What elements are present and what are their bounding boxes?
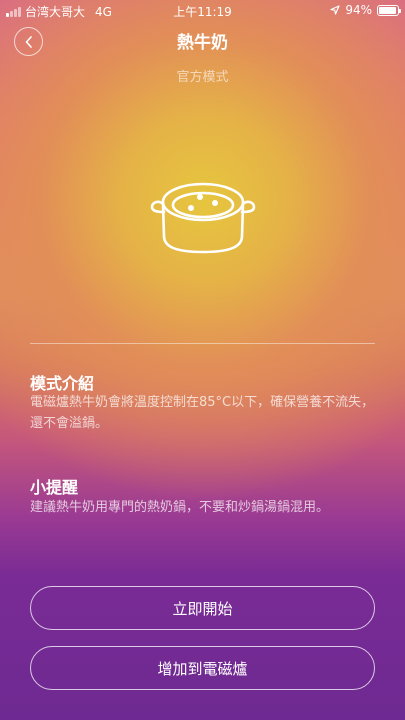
tips-heading: 小提醒	[30, 478, 79, 497]
location-arrow-icon	[330, 5, 340, 15]
mode-subtitle: 官方模式	[176, 70, 229, 85]
battery-fill	[379, 6, 396, 14]
intro-heading: 模式介紹	[30, 374, 95, 393]
tips-body: 建議熱牛奶用專門的熱奶鍋，不要和炒鍋湯鍋混用。	[30, 500, 330, 515]
intro-body: 電磁爐熱牛奶會將溫度控制在85°C以下，確保營養不流失，還不會溢鍋。	[30, 395, 375, 431]
status-right: 94%	[330, 3, 401, 17]
add-to-cooker-button[interactable]: 增加到電磁爐	[30, 646, 375, 690]
divider	[30, 343, 375, 344]
pot-icon	[150, 182, 256, 254]
status-bar: 台湾大哥大 4G 上午11:19 94%	[0, 0, 405, 20]
battery-percent: 94%	[345, 3, 372, 17]
battery-icon	[377, 4, 401, 16]
page-title: 熱牛奶	[177, 33, 228, 53]
start-button[interactable]: 立即開始	[30, 586, 375, 630]
